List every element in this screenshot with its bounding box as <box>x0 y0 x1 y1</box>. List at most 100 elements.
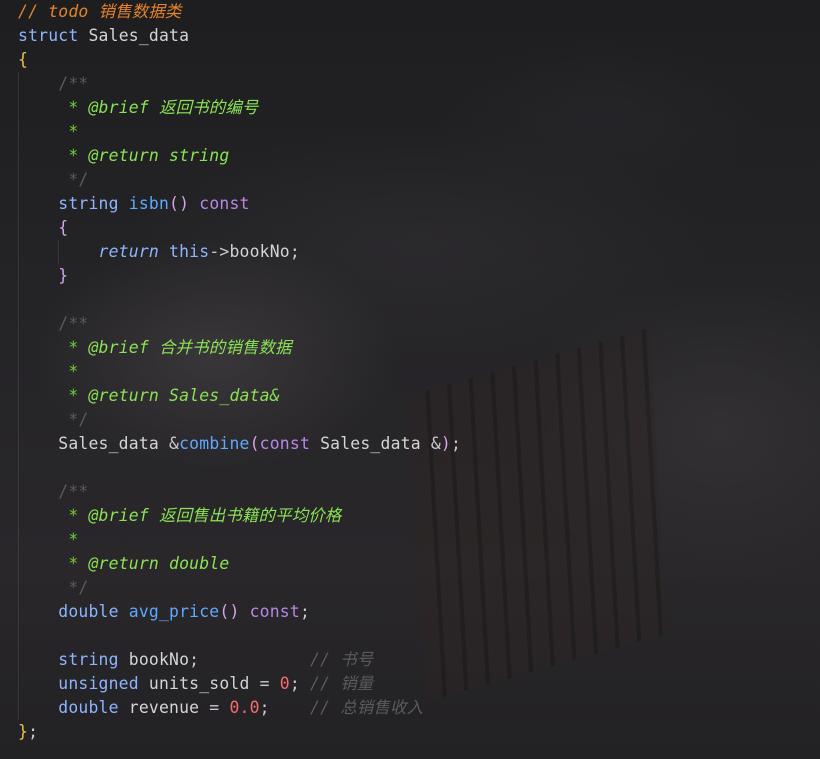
code-token: Sales_data& <box>158 386 280 405</box>
code-line: double revenue = 0.0; // 总销售收入 <box>18 696 423 720</box>
code-token: double <box>158 554 230 573</box>
code-token: @return <box>88 386 159 405</box>
code-token: double <box>18 602 129 621</box>
code-token: { <box>18 50 29 69</box>
code-token: ; <box>259 698 310 717</box>
code-token: ( <box>249 434 260 453</box>
code-token: 返回书的编号 <box>148 98 259 117</box>
code-token: * <box>18 530 79 549</box>
code-token: = <box>209 698 230 717</box>
code-token: @brief <box>88 506 149 525</box>
code-line: { <box>18 48 28 72</box>
code-line: * @brief 返回售出书籍的平均价格 <box>18 504 341 528</box>
code-line: * <box>18 120 78 144</box>
code-token: 0.0 <box>229 698 260 717</box>
code-line: * <box>18 360 78 384</box>
code-token: avg_price <box>128 602 220 621</box>
code-token: * <box>18 146 89 165</box>
code-line: return this->bookNo; <box>18 240 300 264</box>
code-token: double <box>18 698 129 717</box>
code-token: */ <box>18 170 89 189</box>
code-line: */ <box>18 576 88 600</box>
code-token: string <box>158 146 230 165</box>
code-line: /** <box>18 72 88 96</box>
code-token: struct <box>18 26 89 45</box>
code-line: struct Sales_data <box>18 24 189 48</box>
code-line: // todo 销售数据类 <box>18 0 182 24</box>
code-token: ; <box>451 434 462 453</box>
code-line: */ <box>18 168 88 192</box>
code-token: () <box>169 194 200 213</box>
code-token: */ <box>18 578 89 597</box>
code-line: * @return string <box>18 144 229 168</box>
code-line: string bookNo; // 书号 <box>18 648 373 672</box>
code-token: const <box>249 602 300 621</box>
code-token: */ <box>18 410 89 429</box>
code-token: const <box>259 434 321 453</box>
code-token: * <box>18 554 89 573</box>
code-token: /** <box>18 314 89 333</box>
code-token: this <box>169 242 210 261</box>
code-token: * <box>18 506 89 525</box>
code-token: -> <box>209 242 230 261</box>
code-token: ; <box>289 242 300 261</box>
code-token: * <box>18 338 89 357</box>
code-line: /** <box>18 480 88 504</box>
code-token: unsigned <box>18 674 149 693</box>
code-token: { <box>18 218 69 237</box>
code-token: bookNo <box>229 242 290 261</box>
background-wallpaper <box>407 327 668 703</box>
code-token: * <box>18 362 79 381</box>
code-token: Sales_data <box>18 434 170 453</box>
code-token: string <box>18 194 129 213</box>
code-token: /** <box>18 74 89 93</box>
code-token: ; <box>28 722 39 741</box>
code-line: * @return Sales_data& <box>18 384 280 408</box>
code-line: Sales_data &combine(const Sales_data &); <box>18 432 461 456</box>
code-line: }; <box>18 720 38 744</box>
code-token: Sales_data <box>88 26 190 45</box>
code-token: revenue <box>128 698 210 717</box>
code-line: * @return double <box>18 552 229 576</box>
code-line: * @brief 返回书的编号 <box>18 96 259 120</box>
code-line: double avg_price() const; <box>18 600 310 624</box>
code-token: 返回售出书籍的平均价格 <box>148 506 342 525</box>
code-token: ; <box>299 602 311 621</box>
code-token: = <box>259 674 280 693</box>
code-token: * <box>18 122 79 141</box>
code-token: combine <box>179 434 250 453</box>
code-token: /** <box>18 482 89 501</box>
code-token: & <box>430 434 441 453</box>
code-token: 合并书的销售数据 <box>148 338 292 357</box>
code-line: /** <box>18 312 88 336</box>
code-editor[interactable]: // todo 销售数据类 struct Sales_data { /** * @b… <box>0 0 820 759</box>
code-token: } <box>18 266 69 285</box>
code-token: return <box>18 242 170 261</box>
code-token: ; <box>289 674 310 693</box>
code-token: } <box>18 722 29 741</box>
code-token: // 销量 <box>310 674 374 693</box>
code-token: ; <box>189 650 310 669</box>
code-line: string isbn() const <box>18 192 250 216</box>
code-token: bookNo <box>128 650 190 669</box>
code-token: @return <box>88 554 159 573</box>
code-token: @brief <box>88 338 149 357</box>
code-line: */ <box>18 408 88 432</box>
code-token: // todo 销售数据类 <box>18 2 182 21</box>
code-token: * <box>18 98 89 117</box>
code-line: * <box>18 528 78 552</box>
code-token: & <box>169 434 180 453</box>
code-line: unsigned units_sold = 0; // 销量 <box>18 672 373 696</box>
code-token: @return <box>88 146 159 165</box>
code-token: // 总销售收入 <box>310 698 424 717</box>
code-token: ) <box>440 434 451 453</box>
code-line: { <box>18 216 68 240</box>
code-token: * <box>18 386 89 405</box>
code-line: * @brief 合并书的销售数据 <box>18 336 292 360</box>
code-token: units_sold <box>148 674 260 693</box>
code-token: string <box>18 650 129 669</box>
code-token: const <box>199 194 250 213</box>
code-token: () <box>219 602 250 621</box>
code-token: @brief <box>88 98 149 117</box>
code-line: } <box>18 264 68 288</box>
